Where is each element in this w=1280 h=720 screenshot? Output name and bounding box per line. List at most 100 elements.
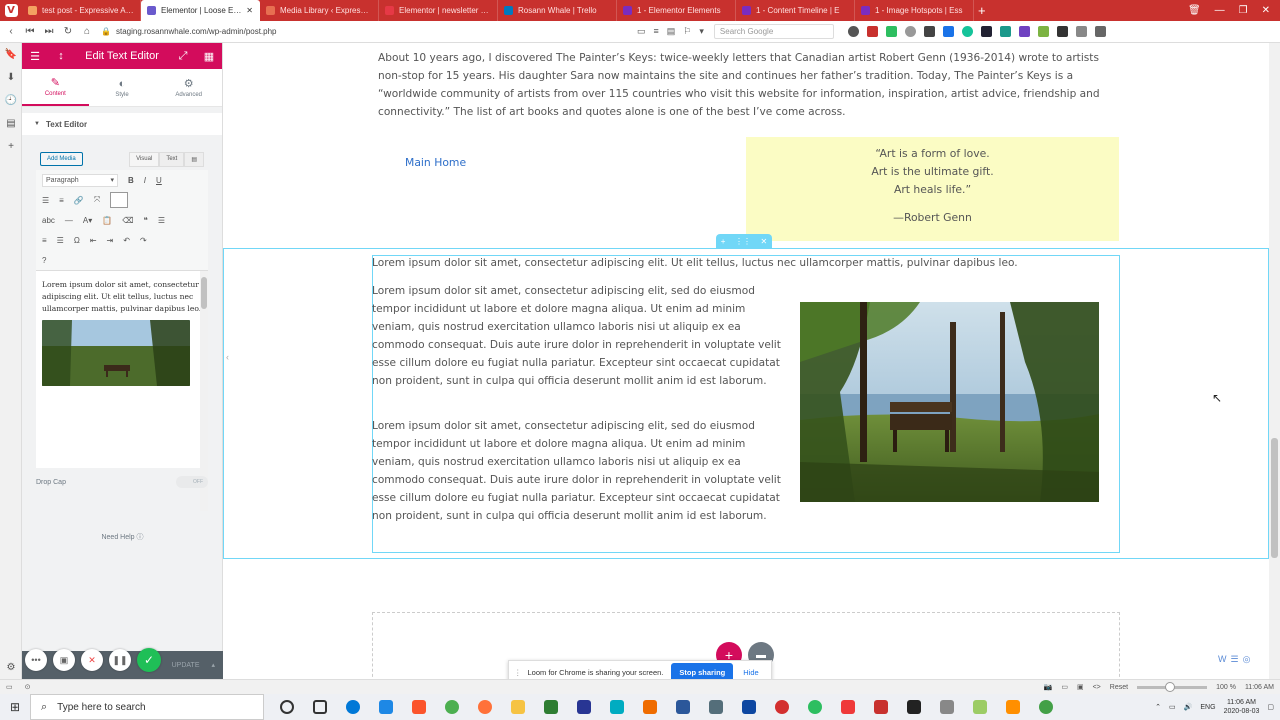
app-blue-icon[interactable] bbox=[369, 694, 402, 720]
tray-expand-icon[interactable]: ⌃ bbox=[1155, 703, 1161, 711]
bookmarks-panel-icon[interactable]: 🔖 bbox=[0, 43, 22, 66]
window-icon[interactable]: ▭ bbox=[1061, 683, 1068, 691]
align-right-icon[interactable]: ☰ bbox=[57, 236, 64, 245]
evernote-icon[interactable] bbox=[885, 26, 897, 37]
browser-tab[interactable]: Media Library ‹ Expressive bbox=[260, 0, 379, 21]
need-help-link[interactable]: Need Help ⓘ bbox=[22, 532, 223, 542]
notifications-icon[interactable]: ▢ bbox=[1267, 703, 1274, 711]
tab-advanced[interactable]: ⚙ Advanced bbox=[155, 69, 222, 106]
close-window-button[interactable]: ✕ bbox=[1262, 5, 1270, 16]
rewind-button[interactable]: ⏮ bbox=[22, 26, 38, 37]
format-select[interactable]: Paragraph ▾ bbox=[42, 173, 118, 187]
word-icon[interactable] bbox=[666, 694, 699, 720]
toolbar-toggle-icon[interactable]: ▤ bbox=[184, 151, 204, 167]
downloads-panel-icon[interactable]: ⬇ bbox=[0, 66, 22, 89]
loom-pause-icon[interactable]: ❚❚ bbox=[109, 649, 131, 671]
horizontal-line-icon[interactable]: — bbox=[65, 216, 73, 225]
extension-red-icon[interactable] bbox=[866, 26, 878, 37]
globe-icon[interactable]: ◎ bbox=[1243, 654, 1251, 665]
terminal-icon[interactable] bbox=[897, 694, 930, 720]
taskbar-clock[interactable]: 11:06 AM 2020-08-03 bbox=[1224, 698, 1260, 716]
evernote-taskbar-icon[interactable] bbox=[798, 694, 831, 720]
page-scrollbar[interactable] bbox=[1269, 43, 1280, 679]
google-search-field[interactable]: Search Google bbox=[713, 24, 834, 39]
sync-icon[interactable]: ⊙ bbox=[25, 683, 31, 691]
section-toggle-text-editor[interactable]: ▼ Text Editor bbox=[22, 113, 222, 135]
list-icon[interactable]: ☰ bbox=[1231, 654, 1239, 665]
extension-lime-icon[interactable] bbox=[1037, 26, 1049, 37]
history-panel-icon[interactable]: 🕘 bbox=[0, 89, 22, 112]
tab-content[interactable]: ✎ Content bbox=[22, 69, 89, 106]
chrome-icon[interactable] bbox=[435, 694, 468, 720]
volume-icon[interactable]: 🔊 bbox=[1184, 703, 1193, 711]
update-options-icon[interactable]: ▴ bbox=[211, 661, 215, 669]
drag-handle-icon[interactable]: ⋮ bbox=[514, 668, 522, 677]
app-steel-icon[interactable] bbox=[699, 694, 732, 720]
grammarly-icon[interactable] bbox=[961, 26, 973, 37]
app-red-icon[interactable] bbox=[765, 694, 798, 720]
redo-icon[interactable]: ↷ bbox=[140, 236, 147, 245]
network-icon[interactable]: ▭ bbox=[1169, 703, 1176, 711]
clear-formatting-icon[interactable]: ⌫ bbox=[122, 216, 133, 225]
indent-icon[interactable]: ⇥ bbox=[107, 236, 114, 245]
home-button[interactable]: ⌂ bbox=[79, 26, 95, 37]
numbered-list-icon[interactable]: ≡ bbox=[59, 196, 64, 205]
italic-icon[interactable]: I bbox=[144, 176, 146, 185]
code-icon[interactable]: <> bbox=[1093, 684, 1101, 691]
update-button[interactable]: UPDATE bbox=[172, 662, 212, 669]
add-section-icon[interactable]: + bbox=[721, 237, 726, 246]
drag-section-icon[interactable]: ⋮⋮ bbox=[735, 237, 751, 246]
extension-dark2-icon[interactable] bbox=[1056, 26, 1068, 37]
loom-more-icon[interactable]: ••• bbox=[25, 649, 47, 671]
language-indicator[interactable]: ENG bbox=[1200, 704, 1215, 711]
edge-icon[interactable] bbox=[336, 694, 369, 720]
store-icon[interactable] bbox=[534, 694, 567, 720]
panel-toggle-icon[interactable]: ▭ bbox=[6, 683, 13, 691]
app-green-icon[interactable] bbox=[1029, 694, 1062, 720]
maximize-button[interactable]: ❐ bbox=[1239, 5, 1248, 16]
extension-darkblue-icon[interactable] bbox=[980, 26, 992, 37]
extension-teal-icon[interactable] bbox=[999, 26, 1011, 37]
zoom-slider[interactable] bbox=[1137, 681, 1208, 692]
windows-start-icon[interactable]: ⊞ bbox=[0, 700, 30, 714]
settings-panel-icon[interactable]: ⚙ bbox=[0, 656, 22, 679]
fast-forward-button[interactable]: ⏭ bbox=[41, 26, 57, 37]
extension-purple-icon[interactable] bbox=[1018, 26, 1030, 37]
browser-tab[interactable]: 1 - Content Timeline | E bbox=[736, 0, 855, 21]
close-tab-icon[interactable]: ✕ bbox=[246, 6, 253, 15]
fullscreen-icon[interactable]: ⤧ bbox=[94, 195, 100, 205]
camera-icon[interactable]: 📷 bbox=[1044, 683, 1053, 691]
extension-gray2-icon[interactable] bbox=[1075, 26, 1087, 37]
vlc-icon[interactable] bbox=[996, 694, 1029, 720]
extension-gray-icon[interactable] bbox=[904, 26, 916, 37]
firefox-icon[interactable] bbox=[468, 694, 501, 720]
strikethrough-icon[interactable]: abc bbox=[42, 216, 55, 225]
hide-button[interactable]: Hide bbox=[743, 668, 758, 677]
browser-tab[interactable]: Rosann Whale | Trello bbox=[498, 0, 617, 21]
app-navy-icon[interactable] bbox=[567, 694, 600, 720]
section-handle[interactable]: + ⋮⋮ ✕ bbox=[716, 234, 772, 248]
cortana-icon[interactable] bbox=[270, 694, 303, 720]
app-cyan-icon[interactable] bbox=[600, 694, 633, 720]
browser-tab[interactable]: test post - Expressive Arts bbox=[22, 0, 141, 21]
align-center-icon[interactable]: ≡ bbox=[42, 236, 47, 245]
widgets-grid-icon[interactable]: ▦ bbox=[196, 50, 222, 63]
bookmark-icon[interactable]: ▭ bbox=[637, 26, 646, 37]
navigator-icon[interactable]: ↕ bbox=[48, 50, 74, 62]
browser-tab[interactable]: 1 - Image Hotspots | Ess bbox=[855, 0, 974, 21]
browser-tab[interactable]: Elementor | newsletter sign bbox=[379, 0, 498, 21]
trash-icon[interactable]: 🗑 bbox=[1188, 5, 1201, 16]
app-gray-icon[interactable] bbox=[930, 694, 963, 720]
brave-icon[interactable] bbox=[402, 694, 435, 720]
editor-scrollbar[interactable] bbox=[200, 271, 208, 511]
bookmark-add-icon[interactable]: ⚐ bbox=[683, 26, 691, 37]
link-icon[interactable]: 🔗 bbox=[74, 196, 84, 205]
image-icon[interactable]: ▣ bbox=[1077, 683, 1084, 691]
undo-icon[interactable]: ↶ bbox=[123, 236, 130, 245]
vivaldi-logo-icon[interactable]: V bbox=[0, 0, 22, 21]
main-home-link[interactable]: Main Home bbox=[405, 156, 466, 169]
loom-camera-icon[interactable]: ▣ bbox=[53, 649, 75, 671]
new-tab-button[interactable]: + bbox=[978, 3, 986, 18]
align-left-icon[interactable]: ☰ bbox=[158, 216, 165, 225]
bench-landscape-image[interactable] bbox=[800, 302, 1099, 502]
